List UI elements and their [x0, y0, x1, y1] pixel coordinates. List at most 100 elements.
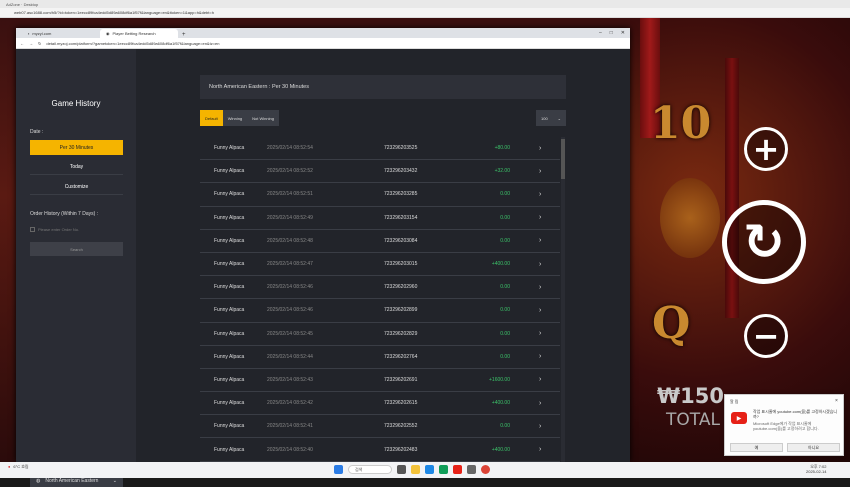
chevron-right-icon[interactable]: › [539, 145, 541, 152]
customize-button[interactable]: Customize [30, 180, 123, 195]
pin-notification: 알 림 × ▶ 작업 표시줄에 youtube.com(을)를 고정하시겠습니까… [724, 394, 844, 456]
per-30-minutes-button[interactable]: Per 30 Minutes [30, 140, 123, 155]
chevron-right-icon[interactable]: › [539, 237, 541, 244]
scroll-thumb[interactable] [561, 139, 565, 179]
bet-minus-button[interactable]: − [744, 314, 788, 358]
table-row[interactable]: Funny Alpaca 2025/02/14 08:52:51 723296203… [200, 183, 560, 207]
reload-icon[interactable]: ↻ [38, 41, 41, 46]
close-icon[interactable]: × [835, 398, 838, 404]
task-view-icon[interactable] [397, 465, 406, 474]
filter-winning[interactable]: Winning [222, 110, 248, 126]
chevron-right-icon[interactable]: › [539, 307, 541, 314]
maximize-icon[interactable]: □ [610, 30, 613, 36]
outer-address-bar[interactable]: web07.asc1688.com/h5/?id=token=1eecc89fc… [0, 8, 850, 18]
yes-button[interactable]: 예 [730, 443, 783, 452]
chevron-right-icon[interactable]: › [539, 214, 541, 221]
game-name: Funny Alpaca [214, 168, 245, 175]
chevron-down-icon: ⌄ [112, 478, 117, 484]
table-row[interactable]: Funny Alpaca 2025/02/14 08:52:49 723296203… [200, 207, 560, 230]
table-scrollbar[interactable] [561, 137, 565, 462]
page-size-select[interactable]: 100 ⌄ [536, 110, 566, 126]
minimize-icon[interactable]: – [599, 30, 602, 36]
table-row[interactable]: Funny Alpaca 2025/02/14 08:52:52 723296203… [200, 160, 560, 184]
chevron-right-icon[interactable]: › [539, 376, 541, 383]
chevron-right-icon[interactable]: › [539, 284, 541, 291]
youtube-icon[interactable] [453, 465, 462, 474]
table-row[interactable]: Funny Alpaca 2025/02/14 08:52:46 723296202… [200, 299, 560, 323]
back-icon[interactable]: ← [20, 41, 24, 46]
game-name: Funny Alpaca [214, 307, 245, 314]
main-panel: North American Eastern : Per 30 Minutes … [136, 49, 630, 462]
reel-symbol-q: Q [652, 298, 691, 349]
browser-tab[interactable]: ▪ myzyl.com [22, 29, 100, 38]
bet-time: 2025/02/14 08:52:42 [267, 400, 313, 407]
round-id: 723296202899 [384, 307, 418, 314]
table-row[interactable]: Funny Alpaca 2025/02/14 08:52:54 723296203… [200, 137, 560, 161]
round-id: 723296203154 [384, 214, 418, 221]
chevron-right-icon[interactable]: › [539, 446, 541, 453]
reel-symbol-10: 10 [650, 98, 712, 149]
chevron-right-icon[interactable]: › [539, 261, 541, 268]
browser-tab-bar: ▪ myzyl.com ◉ Player Betting Research + – … [16, 28, 630, 38]
bet-time: 2025/02/14 08:52:43 [267, 376, 313, 383]
filter-default[interactable]: Default [200, 110, 223, 126]
table-row[interactable]: Funny Alpaca 2025/02/14 08:52:41 723296202… [200, 415, 560, 439]
chevron-right-icon[interactable]: › [539, 191, 541, 198]
bet-time: 2025/02/14 08:52:46 [267, 284, 313, 291]
table-row[interactable]: Funny Alpaca 2025/02/14 08:52:46 723296202… [200, 276, 560, 300]
chrome-icon[interactable] [481, 465, 490, 474]
chevron-right-icon[interactable]: › [539, 353, 541, 360]
win-amount: 0.00 [500, 237, 510, 244]
game-name: Funny Alpaca [214, 330, 245, 337]
no-button[interactable]: 아니요 [787, 443, 840, 452]
browser-tab-active[interactable]: ◉ Player Betting Research [100, 29, 178, 38]
edge-icon[interactable] [425, 465, 434, 474]
game-name: Funny Alpaca [214, 353, 245, 360]
page-title: Game History [51, 99, 101, 108]
chevron-right-icon[interactable]: › [539, 423, 541, 430]
today-button[interactable]: Today [30, 160, 123, 175]
checkbox[interactable] [30, 227, 35, 232]
chevron-right-icon[interactable]: › [539, 168, 541, 175]
weather-widget[interactable]: ● 6°C 흐림 [8, 464, 29, 470]
table-row[interactable]: Funny Alpaca 2025/02/14 08:52:44 723296202… [200, 346, 560, 369]
spin-button[interactable]: ↻ [722, 200, 806, 284]
bet-time: 2025/02/14 08:52:45 [267, 330, 313, 337]
bet-plus-button[interactable]: + [744, 127, 788, 171]
notification-subtext: Microsoft Edge에가 작업 표시줄에 youtube.com(을)를… [753, 421, 819, 431]
round-id: 723296203285 [384, 191, 418, 198]
notification-header: 알 림 [730, 399, 739, 404]
bet-time: 2025/02/14 08:52:49 [267, 214, 313, 221]
table-row[interactable]: Funny Alpaca 2025/02/14 08:52:45 723296202… [200, 323, 560, 346]
win-amount: 0.00 [500, 353, 510, 360]
region-value: North American Eastern [45, 478, 99, 484]
app-icon[interactable] [467, 465, 476, 474]
win-amount: 0.00 [500, 284, 510, 291]
taskbar-search[interactable]: 검색 [348, 465, 392, 474]
tab-label: myzyl.com [32, 31, 52, 36]
forward-icon[interactable]: → [29, 41, 33, 46]
search-button[interactable]: Search [30, 242, 123, 256]
new-tab-button[interactable]: + [178, 32, 190, 38]
clock[interactable]: 오후 7:02 2025-02-14 [806, 464, 826, 474]
file-explorer-icon[interactable] [411, 465, 420, 474]
chevron-right-icon[interactable]: › [539, 330, 541, 337]
table-row[interactable]: Funny Alpaca 2025/02/14 08:52:40 723296202… [200, 438, 560, 462]
order-checkbox-row[interactable]: Please enter Order No. [30, 227, 79, 232]
filter-not-winning[interactable]: Not Winning [247, 110, 279, 126]
outer-tab-title[interactable]: AdZone · Desktop [6, 2, 38, 7]
outer-url[interactable]: web07.asc1688.com/h5/?id=token=1eecc89fc… [14, 10, 214, 15]
win-amount: +400.00 [491, 446, 510, 453]
table-row[interactable]: Funny Alpaca 2025/02/14 08:52:47 723296203… [200, 253, 560, 277]
chevron-right-icon[interactable]: › [539, 400, 541, 407]
url-text[interactable]: detail.myzoj.com/platform/?gametoken=1ee… [46, 41, 219, 46]
close-icon[interactable]: ✕ [621, 30, 625, 36]
bet-time: 2025/02/14 08:52:48 [267, 237, 313, 244]
game-name: Funny Alpaca [214, 284, 245, 291]
app-icon[interactable] [439, 465, 448, 474]
bet-time: 2025/02/14 08:52:51 [267, 191, 313, 198]
windows-start-icon[interactable] [334, 465, 343, 474]
table-row[interactable]: Funny Alpaca 2025/02/14 08:52:42 723296202… [200, 392, 560, 416]
table-row[interactable]: Funny Alpaca 2025/02/14 08:52:48 723296203… [200, 230, 560, 253]
table-row[interactable]: Funny Alpaca 2025/02/14 08:52:43 723296202… [200, 369, 560, 393]
